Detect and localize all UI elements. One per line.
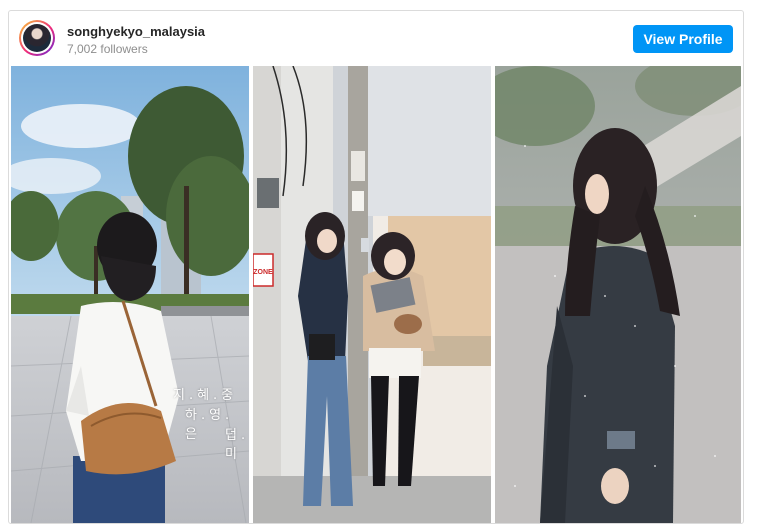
grid-photo-1[interactable]: 지.혜.중 하.영.은 덥.미 [11,66,249,523]
grid-photo-3[interactable] [495,66,741,523]
korean-caption-line-1: 지.혜.중 [173,388,238,403]
photo-3-image [495,66,741,523]
follower-count: 7,002 followers [67,42,148,56]
view-profile-button[interactable]: View Profile [633,25,733,53]
korean-caption-line-3: 덥.미 [225,428,249,462]
avatar-photo [23,24,51,52]
photo-1-image [11,66,249,523]
profile-avatar[interactable] [19,20,55,56]
instagram-embed-card: songhyekyo_malaysia 7,002 followers View… [8,10,744,524]
profile-username[interactable]: songhyekyo_malaysia [67,24,205,39]
photo-2-image: ZONE [253,66,491,523]
profile-header: songhyekyo_malaysia 7,002 followers View… [9,11,743,65]
photo-grid: 지.혜.중 하.영.은 덥.미 ZONE [11,66,741,523]
grid-photo-2[interactable]: ZONE [253,66,491,523]
zone-sign-text: ZONE [253,269,273,276]
